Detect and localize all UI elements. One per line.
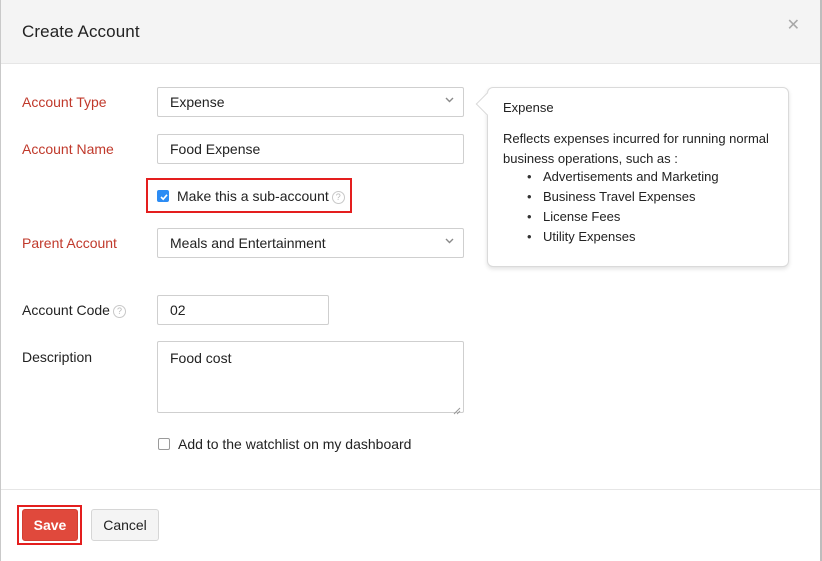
account-name-input[interactable]: Food Expense: [157, 134, 464, 164]
sub-account-checkbox[interactable]: [157, 190, 169, 202]
account-type-value: Expense: [170, 94, 225, 110]
account-name-label: Account Name: [22, 141, 114, 157]
tooltip-list-item: Business Travel Expenses: [527, 187, 719, 207]
description-label: Description: [22, 349, 93, 365]
save-button[interactable]: Save: [22, 509, 78, 541]
account-code-input[interactable]: 02: [157, 295, 329, 325]
help-icon[interactable]: ?: [112, 304, 126, 318]
account-type-select[interactable]: Expense: [157, 87, 464, 117]
help-icon[interactable]: ?: [331, 190, 345, 204]
tooltip-list: Advertisements and Marketing Business Tr…: [527, 167, 719, 247]
dialog-title: Create Account: [22, 22, 140, 41]
description-value: Food cost: [170, 350, 232, 366]
tooltip-title: Expense: [503, 100, 554, 115]
account-name-value: Food Expense: [170, 141, 261, 157]
watchlist-label: Add to the watchlist on my dashboard: [178, 436, 412, 452]
account-type-tooltip: Expense Reflects expenses incurred for r…: [475, 87, 789, 267]
account-type-label: Account Type: [22, 94, 107, 110]
sub-account-label: Make this a sub-account?: [177, 188, 345, 204]
account-code-label: Account Code?: [22, 302, 126, 318]
chevron-down-icon: [445, 238, 454, 246]
description-textarea[interactable]: Food cost: [157, 341, 464, 415]
create-account-dialog: Create Account ✕ Account Type Expense Ac…: [0, 0, 822, 561]
tooltip-list-item: Advertisements and Marketing: [527, 167, 719, 187]
tooltip-list-item: Utility Expenses: [527, 227, 719, 247]
tooltip-description: Reflects expenses incurred for running n…: [503, 131, 769, 166]
cancel-button[interactable]: Cancel: [91, 509, 159, 541]
tooltip-arrow: [475, 92, 499, 116]
dialog-header: Create Account ✕: [1, 0, 820, 64]
parent-account-value: Meals and Entertainment: [170, 235, 326, 251]
resize-handle-icon[interactable]: [453, 402, 461, 415]
parent-account-label: Parent Account: [22, 235, 117, 251]
tooltip-list-item: License Fees: [527, 207, 719, 227]
parent-account-select[interactable]: Meals and Entertainment: [157, 228, 464, 258]
close-icon[interactable]: ✕: [787, 18, 800, 34]
account-code-text: Account Code: [22, 302, 110, 318]
account-code-value: 02: [170, 302, 186, 318]
chevron-down-icon: [445, 97, 454, 105]
sub-account-text: Make this a sub-account: [177, 188, 329, 204]
footer-divider: [1, 489, 820, 490]
watchlist-checkbox[interactable]: [158, 438, 170, 450]
